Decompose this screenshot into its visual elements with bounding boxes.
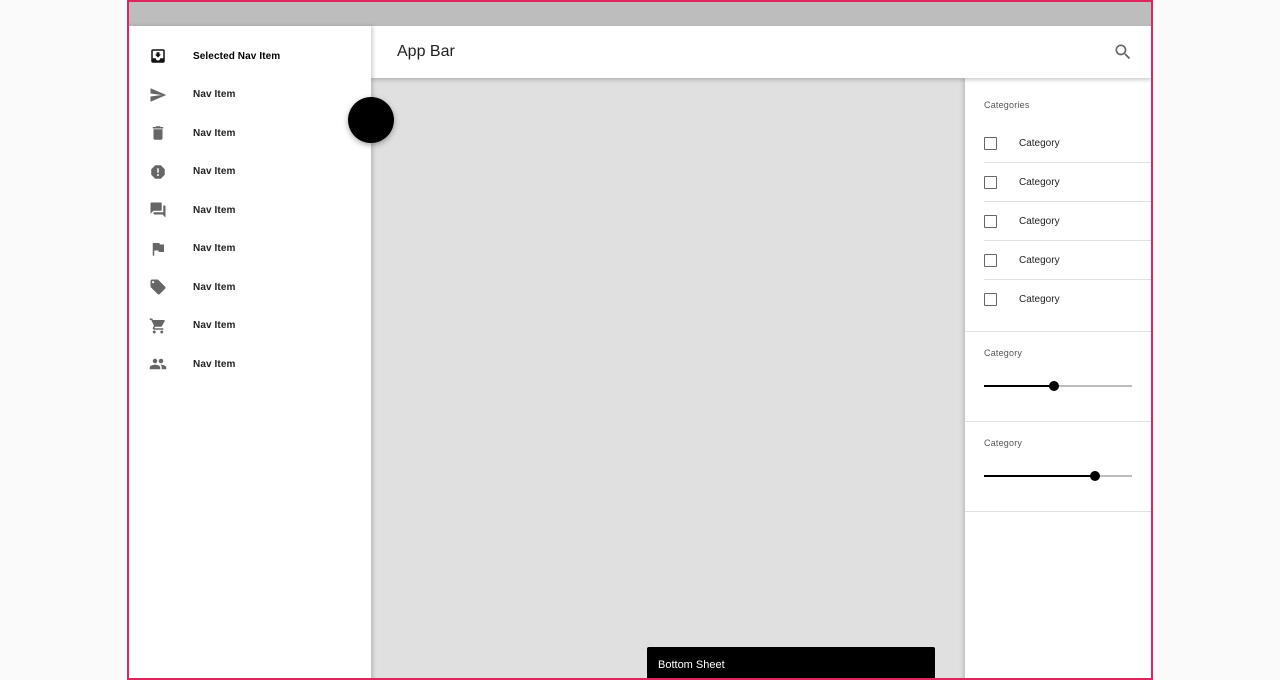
search-icon[interactable] [1113, 42, 1133, 62]
category-checkbox[interactable] [984, 175, 997, 189]
slider-section: Category [965, 422, 1151, 512]
category-label: Category [1019, 254, 1060, 266]
category-checkbox-row[interactable]: Category [984, 280, 1151, 319]
category-checkbox[interactable] [984, 293, 997, 306]
nav-item-label: Nav Item [193, 89, 236, 101]
slider-thumb[interactable] [1048, 381, 1059, 391]
slider-fill [984, 475, 1095, 477]
slider-fill [984, 385, 1054, 387]
bottom-sheet[interactable]: Bottom Sheet [647, 647, 935, 678]
nav-item-flag[interactable]: Nav Item [129, 230, 371, 269]
nav-item-label: Selected Nav Item [193, 50, 281, 62]
app-bar-title: App Bar [397, 43, 455, 60]
nav-item-label: Nav Item [193, 127, 236, 139]
category-label: Category [1019, 137, 1060, 149]
cart-icon [149, 317, 167, 335]
category-checkbox-row[interactable]: Category [984, 241, 1151, 280]
category-checkbox[interactable] [984, 136, 997, 150]
categories-section: Categories Category Category Category Ca… [965, 78, 1151, 332]
trash-icon [149, 124, 167, 142]
nav-item-label: Nav Item [193, 358, 236, 370]
category-label: Category [1019, 294, 1060, 305]
slider-section: Category [965, 332, 1151, 422]
nav-item-send[interactable]: Nav Item [129, 76, 371, 115]
nav-item-label: Nav Item [193, 204, 236, 216]
filter-panel: Categories Category Category Category Ca… [965, 78, 1151, 678]
people-icon [149, 355, 167, 373]
nav-item-alert[interactable]: Nav Item [129, 153, 371, 192]
category-checkbox-row[interactable]: Category [984, 163, 1151, 202]
category-checkbox-row[interactable]: Category [984, 124, 1151, 163]
app-bar: App Bar [371, 26, 1151, 78]
slider-label: Category [984, 438, 1023, 448]
inbox-icon [149, 47, 167, 65]
forum-icon [149, 201, 167, 219]
category-label: Category [1019, 215, 1060, 227]
bottom-sheet-label: Bottom Sheet [658, 659, 725, 671]
range-slider[interactable] [984, 470, 1132, 482]
flag-icon [149, 240, 167, 258]
range-slider[interactable] [984, 380, 1132, 392]
nav-item-label: Nav Item [193, 281, 236, 293]
category-checkbox-row[interactable]: Category [984, 202, 1151, 241]
alert-icon [149, 163, 167, 181]
nav-item-trash[interactable]: Nav Item [129, 114, 371, 153]
send-icon [149, 86, 167, 104]
label-icon [149, 278, 167, 296]
nav-item-label: Nav Item [193, 243, 236, 255]
nav-item-selected[interactable]: Selected Nav Item [129, 37, 371, 76]
nav-item-label: Nav Item [193, 320, 236, 332]
slider-label: Category [984, 348, 1023, 358]
nav-item-label: Nav Item [193, 166, 236, 178]
nav-item-cart[interactable]: Nav Item [129, 307, 371, 346]
category-checkbox[interactable] [984, 253, 997, 267]
nav-item-people[interactable]: Nav Item [129, 345, 371, 384]
nav-item-label-tag[interactable]: Nav Item [129, 268, 371, 307]
slider-thumb[interactable] [1090, 471, 1100, 481]
nav-item-forum[interactable]: Nav Item [129, 191, 371, 230]
category-checkbox[interactable] [984, 214, 997, 228]
floating-action-button[interactable] [348, 97, 394, 143]
categories-label: Categories [984, 100, 1030, 110]
nav-drawer: Selected Nav Item Nav Item Nav Item Nav … [129, 26, 371, 678]
category-label: Category [1019, 176, 1060, 188]
status-bar [129, 2, 1151, 26]
app-frame: Selected Nav Item Nav Item Nav Item Nav … [127, 0, 1153, 680]
